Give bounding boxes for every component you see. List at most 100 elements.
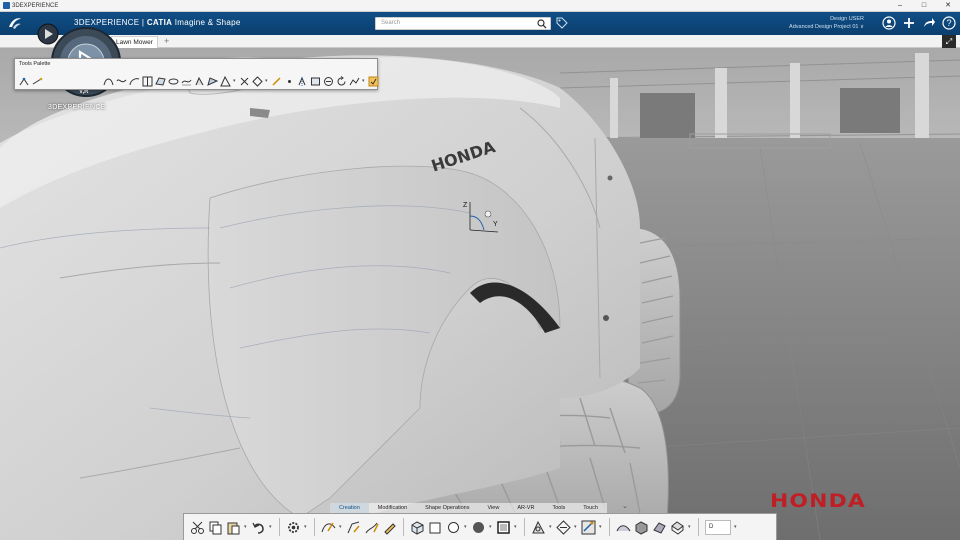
tab-modification[interactable]: Modification <box>368 503 417 513</box>
tab-creation[interactable]: Creation <box>330 503 369 513</box>
pen-tool-icon[interactable] <box>271 76 282 87</box>
tools-palette-row: ▾ ▾ ▾ <box>19 74 379 88</box>
dropdown-arrow-icon[interactable]: ▾ <box>362 78 366 84</box>
transform-tool-icon[interactable] <box>349 76 360 87</box>
subdivision-tool-icon[interactable] <box>220 75 231 87</box>
3d-viewport[interactable]: HONDA Z Y <box>0 48 960 540</box>
display-mode-select[interactable]: D <box>705 519 731 535</box>
tag-icon[interactable] <box>556 17 568 29</box>
fill-tool-icon[interactable] <box>207 76 218 87</box>
fullscreen-icon[interactable]: ⤢ <box>942 35 956 48</box>
rotate-tool-icon[interactable] <box>336 75 347 87</box>
net-surface-icon[interactable] <box>556 519 571 535</box>
project-selector[interactable]: Advanced Design Project 01 ∨ <box>789 23 864 31</box>
offset-surface-icon[interactable] <box>634 520 649 535</box>
separator <box>609 518 610 536</box>
search-input[interactable]: Search <box>375 17 551 30</box>
dassault-logo-icon[interactable] <box>6 15 24 31</box>
scene-render: HONDA <box>0 48 960 540</box>
thickness-icon[interactable] <box>670 520 685 535</box>
curve-tool-icon[interactable] <box>103 76 114 87</box>
svg-text:?: ? <box>946 18 951 28</box>
shell-surface-icon[interactable] <box>652 520 667 535</box>
manipulator-axes-icon[interactable]: Z Y <box>458 194 508 240</box>
cut-tool-icon[interactable] <box>239 76 250 87</box>
3d-curve-icon[interactable] <box>346 520 361 535</box>
separator <box>279 518 280 536</box>
dropdown-arrow-icon[interactable]: ▾ <box>244 524 248 530</box>
action-bar-tabs: Creation Modification Shape Operations V… <box>330 503 607 513</box>
tab-touch[interactable]: Touch <box>574 503 607 513</box>
sketch-curve-icon[interactable] <box>321 520 336 535</box>
dropdown-arrow-icon[interactable]: ▾ <box>339 524 343 530</box>
settings-tool-icon[interactable] <box>368 76 379 87</box>
action-bar: ▾ ▾ ▾ ▾ ▾ ▾ ▾ ▾ ▾ ▾ ▾ D ▾ <box>183 513 777 540</box>
revolve-tool-icon[interactable] <box>168 76 179 87</box>
diamond-tool-icon[interactable] <box>252 75 263 87</box>
maximize-button[interactable]: □ <box>912 0 936 12</box>
tab-ar-vr[interactable]: AR-VR <box>508 503 544 513</box>
surface-modify-icon[interactable] <box>581 520 596 535</box>
window-controls: – □ ✕ <box>888 0 960 12</box>
user-name: Design USER <box>830 16 864 22</box>
help-icon[interactable]: ? <box>942 16 956 30</box>
separator <box>524 518 525 536</box>
dropdown-arrow-icon[interactable]: ▾ <box>688 524 692 530</box>
dropdown-arrow-icon[interactable]: ▾ <box>464 524 468 530</box>
symmetry-tool-icon[interactable] <box>310 76 321 87</box>
copy-icon[interactable] <box>208 520 223 535</box>
subdivision-surface-icon[interactable] <box>531 520 546 535</box>
sweep-tool-icon[interactable] <box>181 76 192 87</box>
spline-tool-icon[interactable] <box>116 76 127 87</box>
dropdown-arrow-icon[interactable]: ▾ <box>233 78 237 84</box>
primitive-sphere-icon[interactable] <box>471 520 486 535</box>
primitive-plane-icon[interactable] <box>428 520 443 535</box>
loft-tool-icon[interactable] <box>194 76 205 87</box>
window-titlebar: 3DEXPERIENCE – □ ✕ <box>0 0 960 12</box>
undo-icon[interactable] <box>251 520 266 535</box>
primitive-box-icon[interactable] <box>496 520 511 535</box>
brand-app: CATIA <box>146 18 173 27</box>
primitive-cube-icon[interactable] <box>410 520 425 535</box>
share-icon[interactable] <box>922 16 936 30</box>
close-button[interactable]: ✕ <box>936 0 960 12</box>
search-placeholder: Search <box>381 20 401 26</box>
search-icon[interactable] <box>537 19 547 29</box>
user-info[interactable]: Design USER Advanced Design Project 01 ∨ <box>789 15 864 31</box>
pen-curve-icon[interactable] <box>364 520 379 535</box>
mirror-tool-icon[interactable] <box>297 76 308 87</box>
dropdown-arrow-icon[interactable]: ▾ <box>734 524 738 530</box>
dot-tool-icon[interactable] <box>284 76 295 87</box>
axis-z-label: Z <box>463 202 468 209</box>
surface-tool-icon[interactable] <box>155 76 166 87</box>
add-icon[interactable] <box>902 16 916 30</box>
grid-tool-icon[interactable] <box>142 76 153 87</box>
action-bar-collapse-icon[interactable]: ⌄ <box>622 502 628 510</box>
dropdown-arrow-icon[interactable]: ▾ <box>514 524 518 530</box>
pencil-icon[interactable] <box>382 520 397 535</box>
tab-shape-operations[interactable]: Shape Operations <box>416 503 479 513</box>
point-tool-icon[interactable] <box>19 76 30 87</box>
patch-tool-icon[interactable] <box>323 76 334 87</box>
tab-view[interactable]: View <box>478 503 509 513</box>
line-tool-icon[interactable] <box>32 76 43 87</box>
dropdown-arrow-icon[interactable]: ▾ <box>304 524 308 530</box>
cut-icon[interactable] <box>190 520 205 535</box>
arc-tool-icon[interactable] <box>129 76 140 87</box>
user-profile-icon[interactable] <box>882 16 896 30</box>
dropdown-arrow-icon[interactable]: ▾ <box>269 524 273 530</box>
tools-palette[interactable]: Tools Palette ▾ ▾ ▾ <box>14 58 379 90</box>
dropdown-arrow-icon[interactable]: ▾ <box>265 78 269 84</box>
primitive-cylinder-icon[interactable] <box>446 520 461 535</box>
dropdown-arrow-icon[interactable]: ▾ <box>549 524 553 530</box>
dropdown-arrow-icon[interactable]: ▾ <box>489 524 493 530</box>
paste-icon[interactable] <box>226 520 241 535</box>
tab-tools[interactable]: Tools <box>543 503 575 513</box>
blend-surface-icon[interactable] <box>616 520 631 535</box>
add-tab-button[interactable]: + <box>164 35 169 48</box>
top-icons: ? <box>882 16 956 30</box>
dropdown-arrow-icon[interactable]: ▾ <box>574 524 578 530</box>
settings-icon[interactable] <box>286 520 301 535</box>
minimize-button[interactable]: – <box>888 0 912 12</box>
dropdown-arrow-icon[interactable]: ▾ <box>599 524 603 530</box>
